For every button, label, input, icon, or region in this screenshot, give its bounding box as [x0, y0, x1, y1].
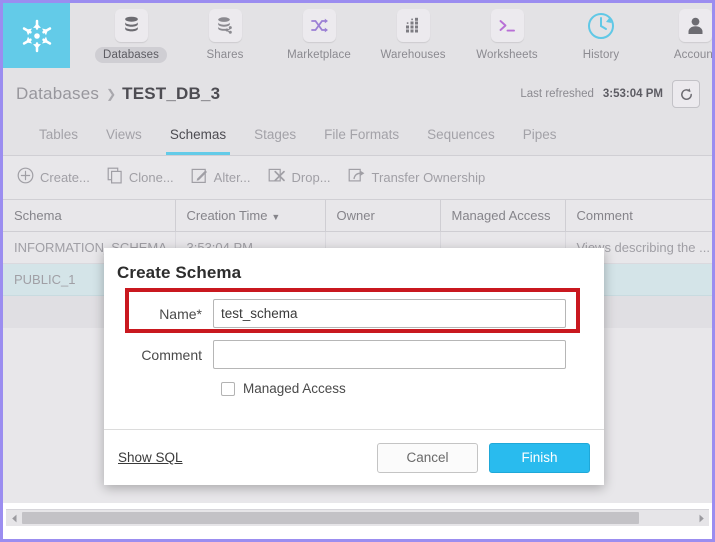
alter-button[interactable]: Alter... [191, 167, 251, 189]
scrollbar-thumb[interactable] [22, 512, 639, 524]
comment-field-label: Comment [104, 347, 213, 363]
column-header-creation-time[interactable]: Creation Time▼ [175, 200, 325, 231]
managed-access-row: Managed Access [104, 381, 604, 396]
column-header-owner[interactable]: Owner [325, 200, 440, 231]
name-input[interactable] [213, 299, 566, 328]
action-toolbar: Create... Clone... Alter... [3, 156, 712, 200]
shares-icon [209, 9, 242, 42]
horizontal-scrollbar[interactable] [6, 509, 709, 526]
scrollbar-track[interactable] [22, 510, 693, 527]
clone-button[interactable]: Clone... [107, 167, 174, 189]
nav-label-marketplace: Marketplace [279, 47, 359, 63]
history-icon [585, 9, 618, 42]
managed-access-checkbox[interactable] [221, 382, 235, 396]
clone-button-label: Clone... [129, 170, 174, 185]
column-header-schema[interactable]: Schema [3, 200, 175, 231]
chevron-left-icon[interactable] [6, 510, 22, 527]
top-nav-items: Databases [70, 3, 715, 68]
column-header-managed-access[interactable]: Managed Access [440, 200, 565, 231]
nav-item-marketplace[interactable]: Marketplace [280, 3, 358, 63]
comment-input[interactable] [213, 340, 566, 369]
tab-tables[interactable]: Tables [25, 120, 92, 155]
square-x-icon [268, 167, 286, 189]
column-header-managed-access-label: Managed Access [452, 208, 551, 223]
nav-item-history[interactable]: History [562, 3, 640, 63]
breadcrumb-current: TEST_DB_3 [122, 84, 220, 104]
column-header-creation-time-label: Creation Time [187, 208, 268, 223]
refresh-button[interactable] [672, 80, 700, 108]
tab-pipes[interactable]: Pipes [509, 120, 571, 155]
app-window: Databases [0, 0, 715, 542]
name-field-row: Name* [104, 299, 604, 328]
column-header-comment[interactable]: Comment [565, 200, 712, 231]
nav-label-account: Account [666, 47, 715, 63]
managed-access-label: Managed Access [243, 381, 346, 396]
dialog-title: Create Schema [104, 248, 604, 283]
column-header-owner-label: Owner [337, 208, 375, 223]
plus-circle-icon [17, 167, 34, 189]
alter-button-label: Alter... [214, 170, 251, 185]
column-header-schema-label: Schema [14, 208, 62, 223]
required-marker: * [197, 306, 202, 322]
nav-label-databases: Databases [95, 47, 167, 63]
last-refreshed-time: 3:53:04 PM [603, 88, 663, 100]
tab-sequences[interactable]: Sequences [413, 120, 509, 155]
name-label-text: Name [159, 306, 196, 322]
nav-item-worksheets[interactable]: Worksheets [468, 3, 546, 63]
last-refreshed-label: Last refreshed [520, 88, 594, 100]
nav-item-shares[interactable]: Shares [186, 3, 264, 63]
dialog-footer: Show SQL Cancel Finish [104, 429, 604, 485]
table-header-row: Schema Creation Time▼ Owner Managed Acce… [3, 200, 712, 231]
nav-label-shares: Shares [198, 47, 251, 63]
nav-item-databases[interactable]: Databases [92, 3, 170, 63]
copy-icon [107, 167, 123, 189]
nav-label-worksheets: Worksheets [468, 47, 546, 63]
refresh-group: Last refreshed 3:53:04 PM [520, 80, 712, 108]
chevron-right-icon[interactable] [693, 510, 709, 527]
nav-item-warehouses[interactable]: Warehouses [374, 3, 452, 63]
name-field-label: Name* [104, 306, 213, 322]
object-type-tabs: Tables Views Schemas Stages File Formats… [3, 120, 712, 156]
breadcrumb-separator-icon: ❯ [99, 87, 122, 101]
column-header-comment-label: Comment [577, 208, 633, 223]
worksheets-icon [491, 9, 524, 42]
breadcrumb-bar: Databases ❯ TEST_DB_3 Last refreshed 3:5… [3, 68, 712, 120]
snowflake-logo-icon[interactable] [3, 3, 70, 68]
nav-label-history: History [575, 47, 627, 63]
tab-schemas[interactable]: Schemas [156, 120, 240, 155]
share-arrow-icon [348, 167, 366, 189]
create-schema-dialog: Create Schema Name* Comment Managed Acce… [104, 248, 604, 485]
bottom-strip [6, 526, 709, 539]
create-button-label: Create... [40, 170, 90, 185]
tab-stages[interactable]: Stages [240, 120, 310, 155]
sort-descending-icon: ▼ [271, 212, 280, 222]
drop-button[interactable]: Drop... [268, 167, 331, 189]
comment-field-row: Comment [104, 340, 604, 369]
transfer-ownership-button[interactable]: Transfer Ownership [348, 167, 486, 189]
drop-button-label: Drop... [292, 170, 331, 185]
databases-icon [115, 9, 148, 42]
tab-views[interactable]: Views [92, 120, 156, 155]
pencil-square-icon [191, 167, 208, 189]
nav-label-warehouses: Warehouses [372, 47, 453, 63]
show-sql-link[interactable]: Show SQL [118, 450, 183, 465]
nav-item-account[interactable]: Account [656, 3, 715, 63]
tab-file-formats[interactable]: File Formats [310, 120, 413, 155]
create-button[interactable]: Create... [17, 167, 90, 189]
transfer-ownership-button-label: Transfer Ownership [372, 170, 486, 185]
finish-button[interactable]: Finish [489, 443, 590, 473]
account-icon [679, 9, 712, 42]
dialog-body: Name* Comment Managed Access [104, 283, 604, 429]
cancel-button[interactable]: Cancel [377, 443, 478, 473]
dialog-buttons: Cancel Finish [377, 443, 590, 473]
top-navigation-bar: Databases [3, 3, 712, 68]
warehouses-icon [397, 9, 430, 42]
breadcrumb-root[interactable]: Databases [3, 84, 99, 104]
marketplace-icon [303, 9, 336, 42]
